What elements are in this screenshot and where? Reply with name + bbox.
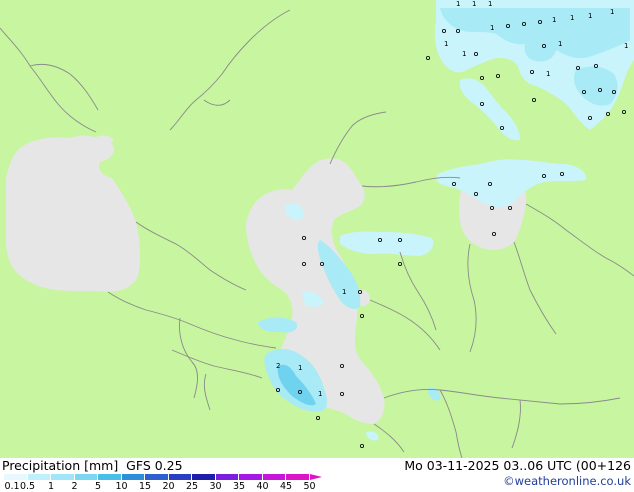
color-scale-tick: 30 <box>209 481 222 492</box>
map-value: 1 <box>318 390 322 398</box>
map-value: 1 <box>558 40 562 48</box>
color-scale-tick: 0.5 <box>19 481 36 492</box>
map-value: 1 <box>444 40 448 48</box>
color-scale-tick: 10 <box>115 481 128 492</box>
map-value: 1 <box>342 288 346 296</box>
color-scale-swatch <box>98 474 122 480</box>
color-scale-swatch <box>168 474 192 480</box>
color-scale-tick: 5 <box>94 481 102 492</box>
color-scale-swatch <box>27 474 51 480</box>
map-value: 1 <box>610 8 614 16</box>
map-title: Precipitation [mm] GFS 0.25 <box>2 458 183 473</box>
color-scale-swatch <box>286 474 310 480</box>
map-value: 1 <box>624 42 628 50</box>
map-value: 1 <box>456 0 460 8</box>
map-value: 2 <box>276 362 280 370</box>
color-scale <box>4 474 322 480</box>
color-scale-swatch <box>192 474 216 480</box>
color-scale-swatch <box>262 474 286 480</box>
credit-link[interactable]: ©weatheronline.co.uk <box>503 474 631 488</box>
color-scale-tick: 0.1 <box>4 481 20 492</box>
color-scale-swatch <box>239 474 263 480</box>
map-value: 1 <box>546 70 550 78</box>
color-scale-swatch <box>145 474 169 480</box>
color-scale-tick: 50 <box>303 481 316 492</box>
color-scale-tick: 35 <box>232 481 246 492</box>
color-scale-tick: 2 <box>71 481 78 492</box>
map-value: 1 <box>588 12 592 20</box>
precipitation-map: 1 1 1 1 1 1 1 1 1 1 1 2 1 1 1 1 1 <box>0 0 634 458</box>
map-value: 1 <box>490 24 494 32</box>
map-value: 1 <box>462 50 466 58</box>
color-scale-swatch <box>121 474 145 480</box>
map-value: 1 <box>552 16 556 24</box>
map-footer: Precipitation [mm] GFS 0.25 Mo 03-11-202… <box>0 458 634 492</box>
color-scale-swatch <box>51 474 75 480</box>
map-value: 1 <box>472 0 476 8</box>
forecast-time: Mo 03-11-2025 03..06 UTC (00+126 <box>404 458 631 473</box>
color-scale-swatch <box>4 474 28 480</box>
color-scale-tick: 25 <box>185 481 199 492</box>
map-value: 1 <box>570 14 574 22</box>
color-scale-swatch <box>74 474 98 480</box>
map-value: 1 <box>488 0 492 8</box>
map-value: 1 <box>298 364 302 372</box>
color-scale-tick: 1 <box>47 481 55 492</box>
color-scale-swatch <box>215 474 239 480</box>
color-scale-arrow <box>309 474 322 480</box>
color-scale-tick: 20 <box>162 481 175 492</box>
color-scale-tick: 40 <box>256 481 269 492</box>
color-scale-tick: 45 <box>279 481 293 492</box>
color-scale-tick: 15 <box>138 481 152 492</box>
